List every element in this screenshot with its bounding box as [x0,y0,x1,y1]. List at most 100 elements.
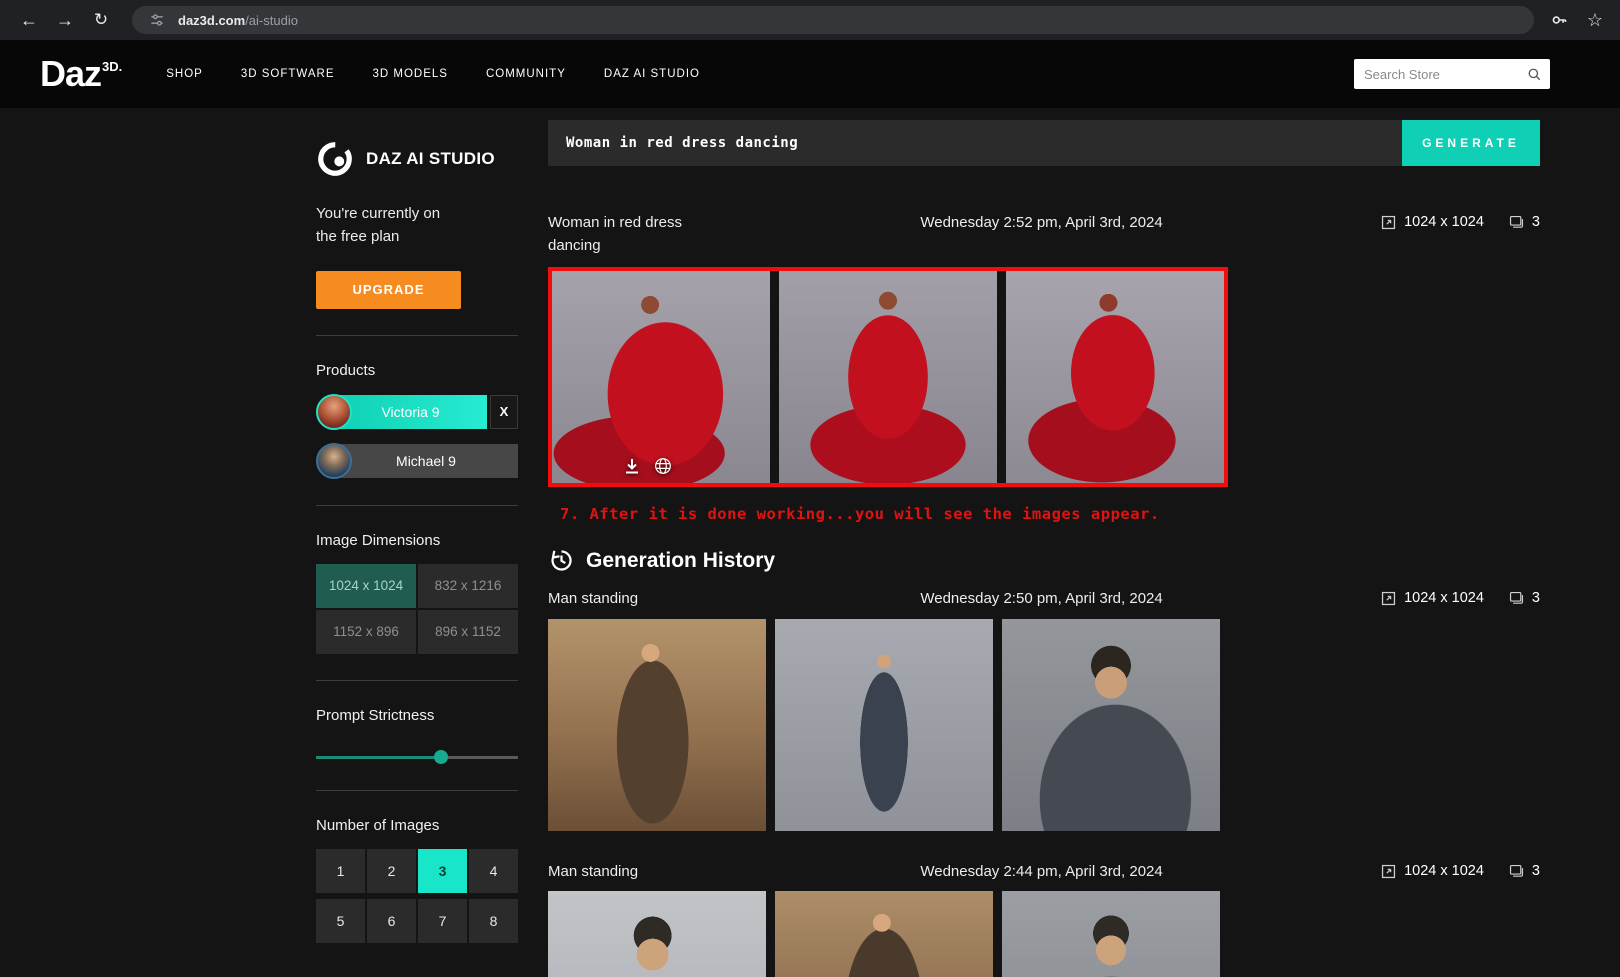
generation-header: Woman in red dress dancing Wednesday 2:5… [548,212,1540,257]
generation-count: 3 [1531,590,1540,606]
generation-count: 3 [1531,862,1540,879]
password-key-icon[interactable] [1548,9,1570,31]
number-of-images-label: Number of Images [316,816,440,834]
generation-dimensions: 1024 x 1024 [1404,862,1484,879]
image-count-icon [1508,214,1525,231]
num-images-7-button[interactable]: 7 [418,898,467,943]
browser-toolbar-right: ☆ [1548,9,1606,31]
history-icon [548,547,575,574]
product-name-victoria9: Victoria 9 [334,394,487,429]
download-icon[interactable] [622,456,642,476]
history2-image-3[interactable] [1002,891,1220,977]
generated-images-row [548,891,1220,977]
url-text: daz3d.com/ai-studio [178,13,298,28]
generated-image-2[interactable] [779,271,997,483]
image-count-icon [1508,863,1525,880]
bookmark-star-icon[interactable]: ☆ [1584,9,1606,31]
site-settings-icon[interactable] [146,9,168,31]
slider-thumb[interactable] [434,749,449,764]
generated-images-row [548,267,1228,487]
browser-reload-button[interactable]: ↻ [86,5,116,35]
divider [316,504,518,506]
ai-studio-sidebar: DAZ AI STUDIO You're currently on the fr… [316,108,518,977]
generation-history-header: Generation History [548,547,1540,574]
app-title: DAZ AI STUDIO [366,149,495,168]
generation-prompt: Man standing [548,590,639,607]
slider-fill [316,755,442,759]
nav-community[interactable]: COMMUNITY [486,68,566,80]
generation-meta: 1024 x 1024 3 [1380,212,1540,234]
dimension-1024x1024-button[interactable]: 1024 x 1024 [316,563,416,608]
generated-image-1[interactable] [552,271,770,483]
browser-toolbar: ← → ↻ daz3d.com/ai-studio ☆ [0,0,1620,40]
dimension-1152x896-button[interactable]: 1152 x 896 [316,609,416,654]
product-name-michael9: Michael 9 [334,443,518,478]
url-host: daz3d.com [178,12,246,28]
generated-image-3[interactable] [1006,271,1224,483]
image-count-icon [1508,590,1525,607]
generation-timestamp: Wednesday 2:50 pm, April 3rd, 2024 [920,590,1163,607]
url-path: /ai-studio [245,12,298,28]
store-search [1354,59,1550,89]
history1-image-1[interactable] [548,618,766,831]
dimension-832x1216-button[interactable]: 832 x 1216 [418,563,518,608]
search-icon[interactable] [1527,67,1542,82]
dimension-896x1152-button[interactable]: 896 x 1152 [418,609,518,654]
browser-window: ← → ↻ daz3d.com/ai-studio ☆ Daz 3D. SHOP … [0,0,1620,977]
number-of-images-grid: 1 2 3 4 5 6 7 8 [316,848,518,943]
address-bar[interactable]: daz3d.com/ai-studio [132,6,1534,34]
generate-button[interactable]: GENERATE [1402,120,1540,166]
history2-image-2[interactable] [775,891,993,977]
victoria9-avatar [316,393,352,430]
generation-prompt: Man standing [548,862,639,880]
ai-studio-main: Woman in red dress dancing GENERATE Woma… [548,108,1540,977]
generation-header: Man standing Wednesday 2:50 pm, April 3r… [548,588,1540,611]
app-logo-row: DAZ AI STUDIO [316,140,518,178]
product-victoria9[interactable]: Victoria 9 X [316,393,518,430]
history1-image-2[interactable] [775,618,993,831]
browser-forward-button[interactable]: → [50,5,80,35]
history1-image-3[interactable] [1002,618,1220,831]
image-hover-actions [622,455,674,477]
prompt-input[interactable]: Woman in red dress dancing [548,120,1402,166]
num-images-3-button[interactable]: 3 [418,848,467,893]
nav-daz-ai-studio[interactable]: DAZ AI STUDIO [604,68,700,80]
divider [316,679,518,681]
nav-3d-software[interactable]: 3D SOFTWARE [241,68,335,80]
num-images-8-button[interactable]: 8 [469,898,518,943]
history2-image-1[interactable] [548,891,766,977]
dimensions-icon [1380,214,1397,231]
remove-product-button[interactable]: X [490,394,518,429]
num-images-1-button[interactable]: 1 [316,848,365,893]
num-images-4-button[interactable]: 4 [469,848,518,893]
nav-shop[interactable]: SHOP [166,68,203,80]
plan-status-line1: You're currently on [316,205,441,222]
store-search-input[interactable] [1364,66,1527,82]
generation-timestamp: Wednesday 2:44 pm, April 3rd, 2024 [920,862,1163,880]
generation-dimensions: 1024 x 1024 [1404,590,1484,606]
michael9-avatar [316,442,352,479]
nav-3d-models[interactable]: 3D MODELS [373,68,448,80]
products-label: Products [316,361,376,379]
upgrade-button[interactable]: UPGRADE [316,270,461,309]
prompt-strictness-slider[interactable] [316,749,518,764]
dimensions-icon [1380,590,1397,607]
num-images-5-button[interactable]: 5 [316,898,365,943]
history-entry-1: Man standing Wednesday 2:50 pm, April 3r… [548,588,1540,831]
wireframe-icon[interactable] [652,455,674,477]
generation-prompt: Woman in red dress dancing [548,214,682,254]
dimensions-icon [1380,863,1397,880]
current-generation: Woman in red dress dancing Wednesday 2:5… [548,212,1540,523]
browser-back-button[interactable]: ← [14,5,44,35]
product-michael9[interactable]: Michael 9 [316,442,518,479]
history-entry-2: Man standing Wednesday 2:44 pm, April 3r… [548,861,1540,977]
divider [316,789,518,791]
daz-logo[interactable]: Daz 3D. [40,53,122,95]
num-images-6-button[interactable]: 6 [367,898,416,943]
image-dimensions-label: Image Dimensions [316,531,441,549]
generation-dimensions: 1024 x 1024 [1404,214,1484,230]
generation-timestamp: Wednesday 2:52 pm, April 3rd, 2024 [920,214,1163,231]
generated-images-row [548,618,1220,831]
generation-header: Man standing Wednesday 2:44 pm, April 3r… [548,861,1540,884]
num-images-2-button[interactable]: 2 [367,848,416,893]
